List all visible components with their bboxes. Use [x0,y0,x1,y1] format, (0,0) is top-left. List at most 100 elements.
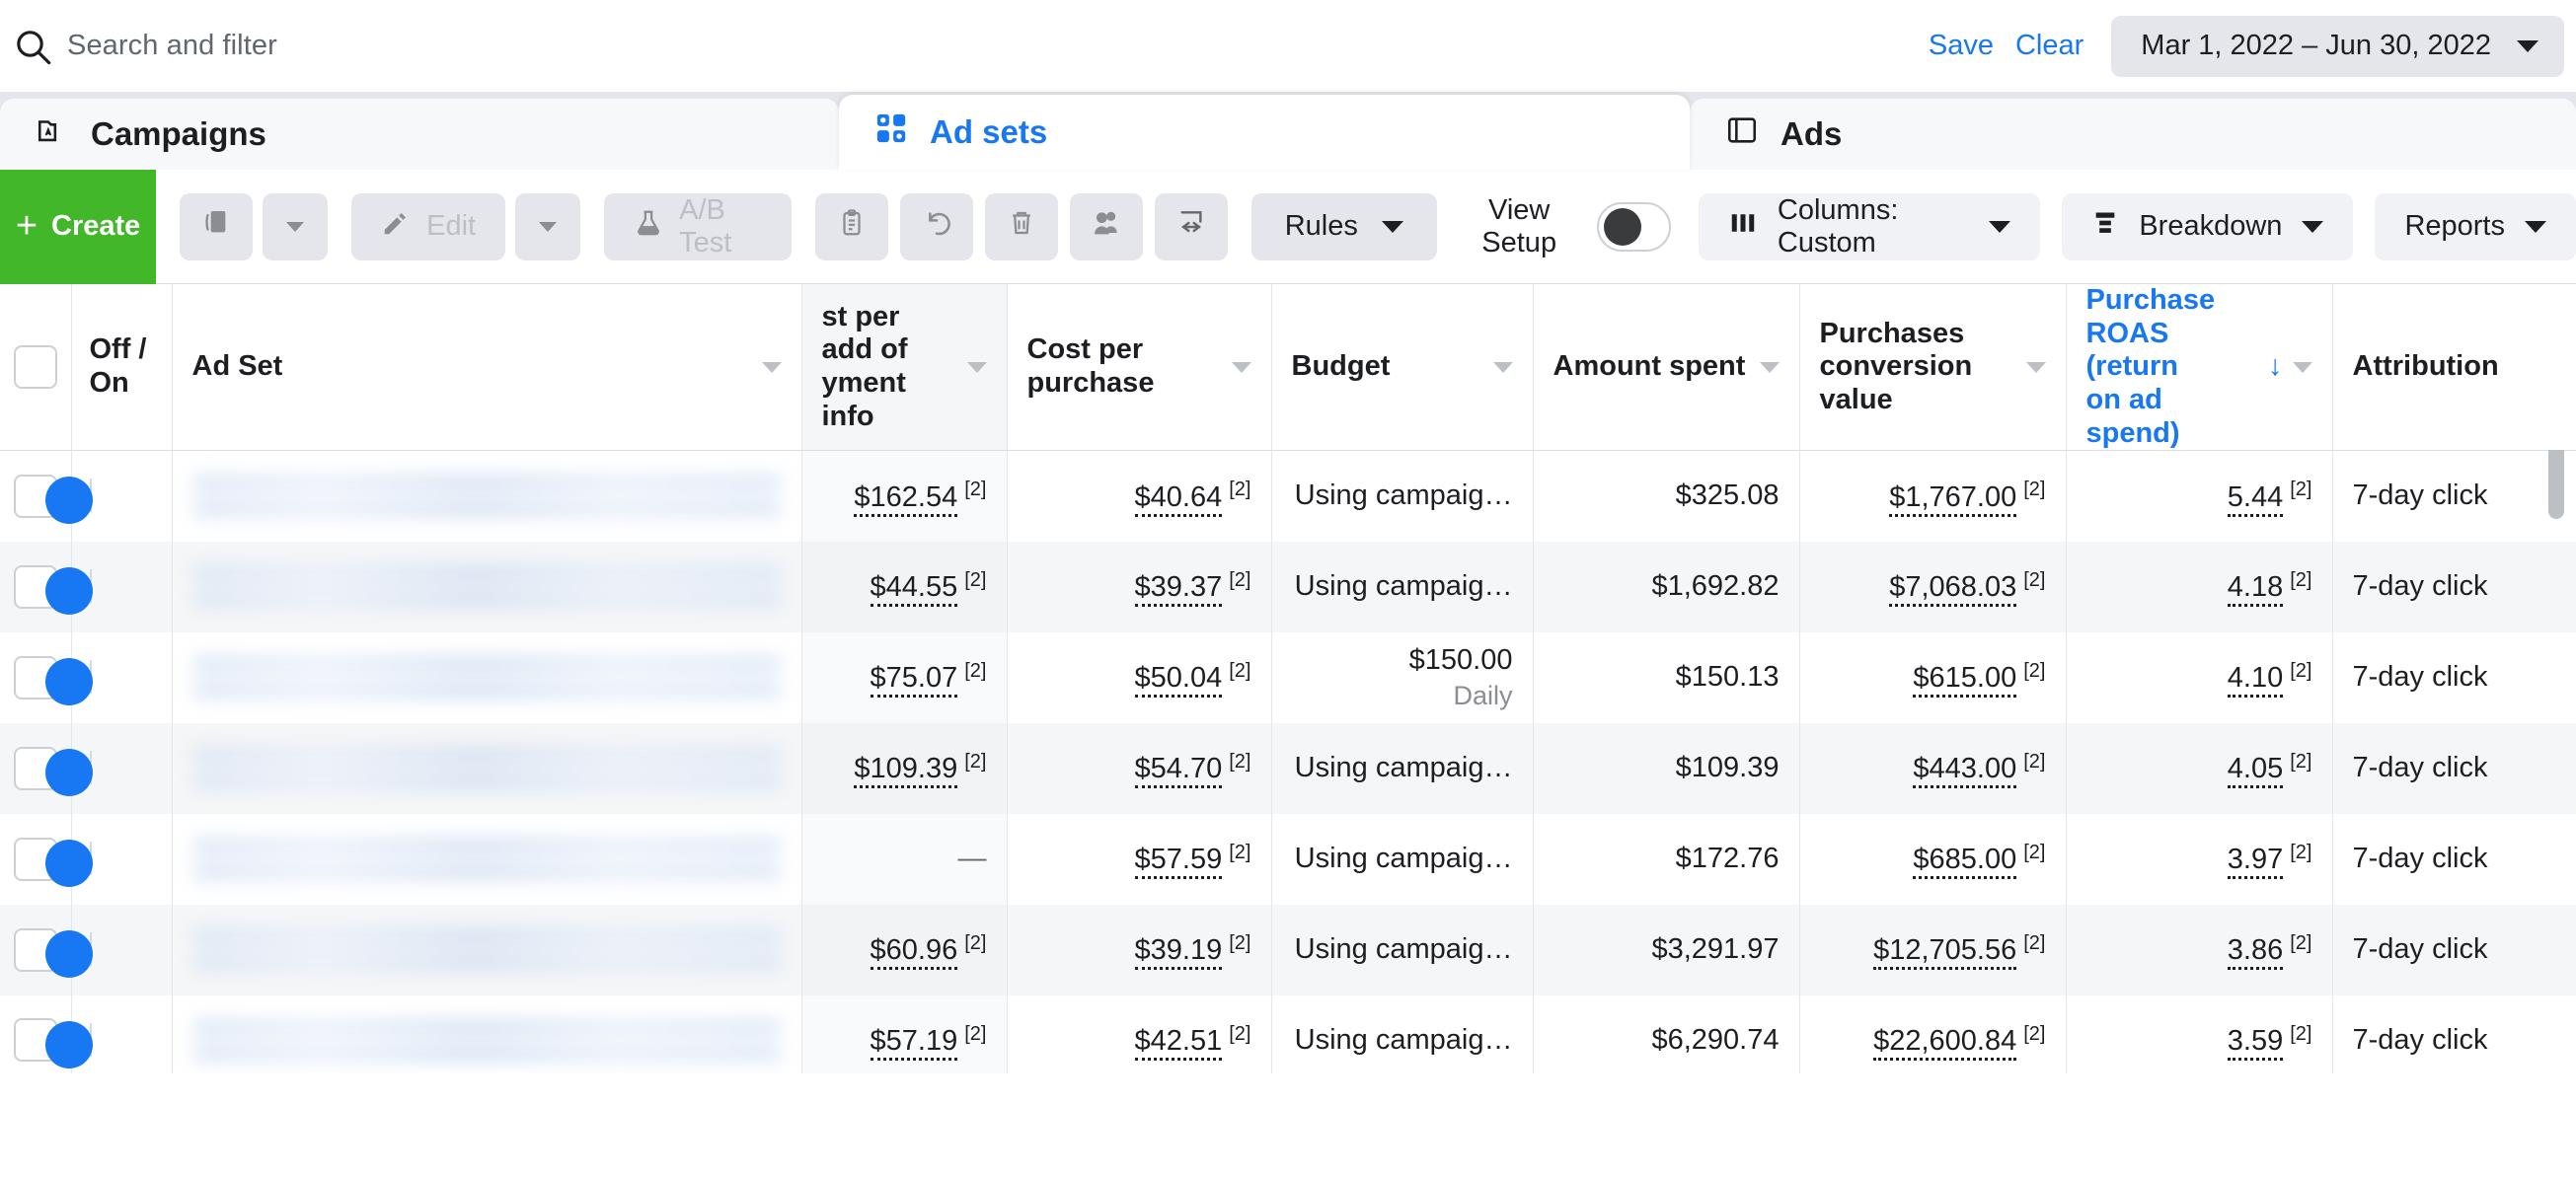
ad-set-on-off-toggle[interactable] [44,567,93,616]
edit-button[interactable]: Edit [351,192,506,260]
chevron-down-icon[interactable] [1492,361,1513,373]
budget-cell[interactable]: Using campaig… [1271,722,1534,814]
chevron-down-icon[interactable] [2025,361,2046,373]
purchases-conversion-value[interactable]: $12,705.56 [1873,934,2017,971]
purchases-conversion-value[interactable]: $1,767.00 [1889,480,2017,517]
sort-descending-icon[interactable]: ↓ [2268,350,2283,384]
table-row[interactable]: $60.96 [2] $39.19 [2] Using campaig… $3,29… [0,904,2576,995]
table-row[interactable]: $44.55 [2] $39.37 [2] Using campaig… $1,69… [0,541,2576,632]
chevron-down-icon[interactable] [2292,361,2312,373]
purchase-roas-value[interactable]: 4.05 [2227,753,2284,789]
cost-per-add-payment-info-value[interactable]: $57.19 [870,1025,958,1062]
cost-per-add-payment-info-value[interactable]: $60.96 [870,934,958,971]
ab-test-button[interactable]: A/B Test [604,192,792,260]
purchases-conversion-value[interactable]: $615.00 [1913,662,2017,699]
breakdown-button[interactable]: Breakdown [2062,192,2354,260]
budget-cell[interactable]: Using campaig… [1271,813,1534,905]
cost-per-purchase-value[interactable]: $50.04 [1134,662,1223,699]
table-row[interactable]: — $57.59 [2] Using campaig… $172.76 $685.… [0,813,2576,905]
columns-button[interactable]: Columns: Custom [1698,192,2041,260]
budget-cell[interactable]: Using campaig… [1271,450,1534,542]
purchase-roas-value[interactable]: 4.18 [2227,571,2284,608]
purchases-conversion-value[interactable]: $7,068.03 [1889,571,2017,608]
column-header-budget[interactable]: Budget [1271,284,1534,452]
cost-per-add-payment-info-value[interactable]: $44.55 [870,571,958,608]
purchases-conversion-value[interactable]: $443.00 [1913,753,2017,789]
budget-cell[interactable]: Using campaig… [1271,904,1534,995]
delete-button[interactable] [984,192,1058,260]
purchase-roas-value[interactable]: 3.59 [2227,1025,2284,1062]
ad-set-name-cell[interactable] [172,813,802,905]
table-row[interactable]: $57.19 [2] $42.51 [2] Using campaig… $6,29… [0,995,2576,1073]
budget-cell[interactable]: Using campaig… [1271,995,1534,1073]
purchases-conversion-value[interactable]: $22,600.84 [1873,1025,2017,1062]
ad-set-on-off-toggle[interactable] [44,1020,93,1068]
column-header-attribution[interactable]: Attribution [2332,284,2576,452]
ad-set-name-cell[interactable] [172,995,802,1073]
cost-per-purchase-value[interactable]: $39.37 [1134,571,1223,608]
tab-ads[interactable]: Ads [1690,99,2576,170]
search-input[interactable]: Search and filter [67,30,1929,62]
ad-set-name-cell[interactable] [172,904,802,995]
edit-dropdown-button[interactable] [515,192,581,260]
purchase-roas-value[interactable]: 3.97 [2227,844,2284,880]
cost-per-add-payment-info-value[interactable]: $162.54 [854,480,958,517]
cost-per-purchase-value[interactable]: $40.64 [1134,480,1223,517]
duplicate-button[interactable] [180,192,254,260]
column-header-amount-spent[interactable]: Amount spent [1533,284,1800,452]
select-all-header [0,284,72,452]
budget-cell[interactable]: Using campaig… [1271,541,1534,632]
cost-per-purchase-value[interactable]: $57.59 [1134,844,1223,880]
ad-set-on-off-toggle[interactable] [44,840,93,888]
clipboard-button[interactable] [814,192,888,260]
cost-per-add-payment-info-value[interactable]: $75.07 [870,662,958,699]
amount-spent-value: $1,692.82 [1651,570,1780,603]
ad-set-on-off-toggle[interactable] [44,930,93,979]
date-range-picker[interactable]: Mar 1, 2022 – Jun 30, 2022 [2111,15,2564,77]
chevron-down-icon[interactable] [966,361,987,373]
select-all-checkbox[interactable] [13,345,57,390]
cost-per-purchase-value[interactable]: $42.51 [1134,1025,1223,1062]
purchase-roas-value[interactable]: 5.44 [2227,480,2284,517]
view-setup-toggle[interactable] [1597,201,1671,252]
duplicate-dropdown-button[interactable] [263,192,329,260]
column-header-purchase-roas[interactable]: Purchase ROAS (return on ad spend) ↓ [2066,284,2333,452]
ad-set-name-cell[interactable] [172,631,802,723]
ad-set-name-cell[interactable] [172,450,802,542]
table-row[interactable]: $109.39 [2] $54.70 [2] Using campaig… $109… [0,722,2576,814]
export-button[interactable] [1154,192,1228,260]
ad-set-name-cell[interactable] [172,541,802,632]
table-row[interactable]: $162.54 [2] $40.64 [2] Using campaig… $325… [0,450,2576,542]
ad-set-on-off-toggle[interactable] [44,749,93,797]
revert-button[interactable] [899,192,973,260]
cost-per-purchase-value[interactable]: $54.70 [1134,753,1223,789]
column-header-cost-per-purchase[interactable]: Cost per purchase [1007,284,1272,452]
rules-button[interactable]: Rules [1250,192,1437,260]
budget-cell[interactable]: $150.00 Daily [1271,631,1534,723]
audience-button[interactable] [1069,192,1143,260]
chevron-down-icon[interactable] [761,361,782,373]
cost-per-purchase-value[interactable]: $39.19 [1134,934,1223,971]
amount-spent-cell: $3,291.97 [1533,904,1800,995]
column-header-cost-per-add-payment-info[interactable]: st per add of yment info [801,284,1008,452]
tab-ad-sets[interactable]: Ad sets [839,95,1690,170]
create-button[interactable]: + Create [0,169,157,284]
clear-search-button[interactable]: Clear [2015,30,2084,62]
purchases-conversion-value[interactable]: $685.00 [1913,844,2017,880]
tab-campaigns[interactable]: Campaigns [0,99,839,170]
column-header-ad-set[interactable]: Ad Set [172,284,802,452]
chevron-down-icon[interactable] [1231,361,1251,373]
save-search-button[interactable]: Save [1929,30,1994,62]
column-header-purchases-conversion-value[interactable]: Purchases conversion value [1799,284,2067,452]
ad-set-name-cell[interactable] [172,722,802,814]
column-header-off-on[interactable]: Off / On [71,284,173,452]
chevron-down-icon[interactable] [1759,361,1780,373]
ad-set-on-off-toggle[interactable] [44,477,93,525]
cost-per-add-payment-info-value[interactable]: $109.39 [854,753,958,789]
purchase-roas-value[interactable]: 3.86 [2227,934,2284,971]
table-row[interactable]: $75.07 [2] $50.04 [2] $150.00 Daily $150.1… [0,631,2576,723]
search-icon[interactable] [6,27,59,66]
ad-set-on-off-toggle[interactable] [44,658,93,706]
purchase-roas-value[interactable]: 4.10 [2227,662,2284,699]
reports-button[interactable]: Reports [2375,192,2576,260]
